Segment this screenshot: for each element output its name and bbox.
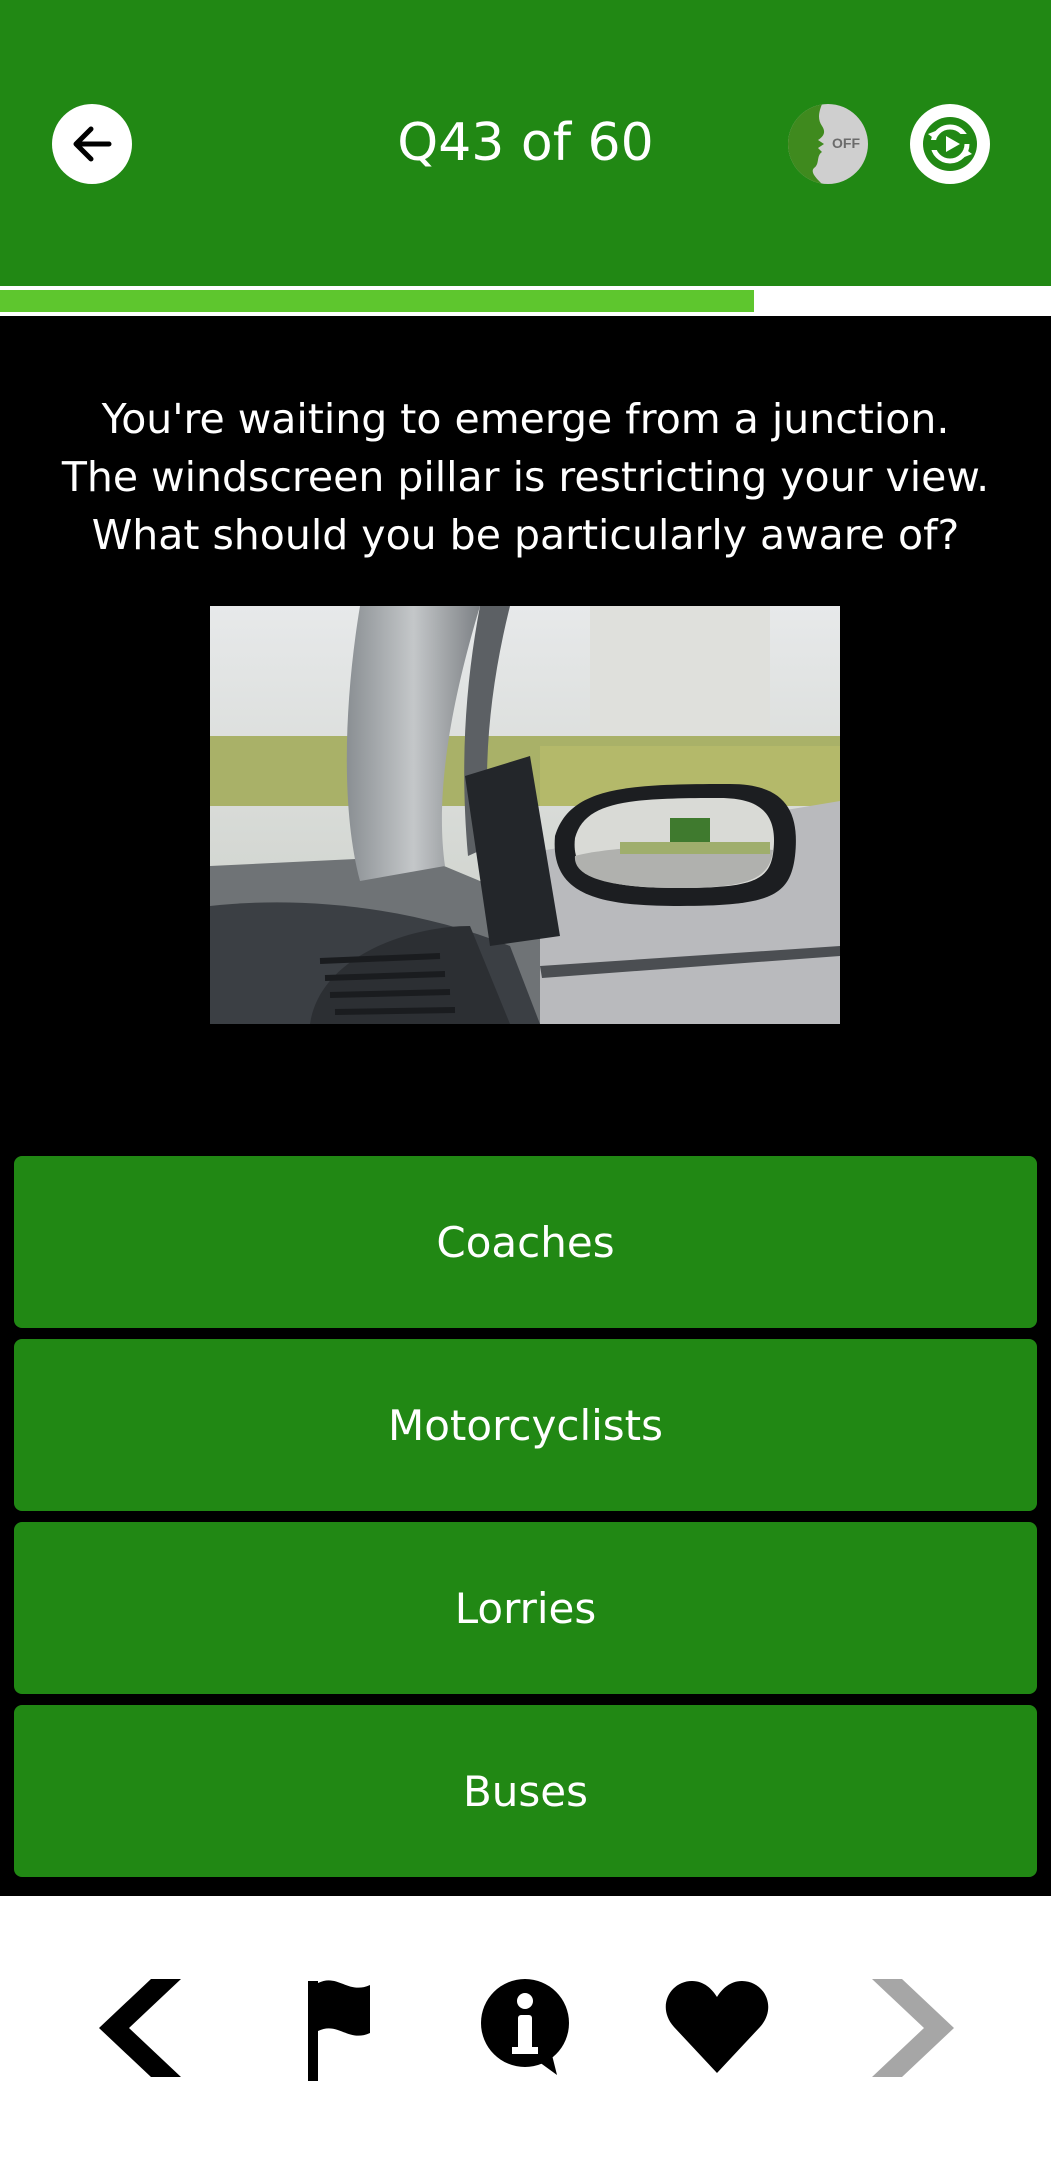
arrow-left-icon [73,126,112,162]
replay-icon [923,117,977,171]
question-image [210,606,840,1024]
chevron-right-icon [872,1979,954,2077]
flag-icon [308,1980,370,2081]
progress-fill [0,290,754,312]
question-counter: Q43 of 60 [397,113,654,173]
replay-button[interactable] [910,104,990,184]
bottom-nav [0,1896,1051,2160]
previous-question-button[interactable] [88,1968,198,2088]
answer-option-2[interactable]: Motorcyclists [14,1339,1037,1511]
progress-bar [0,286,1051,316]
heart-icon [665,1981,769,2073]
answer-option-4[interactable]: Buses [14,1705,1037,1877]
info-icon [481,1979,569,2075]
answer-list: Coaches Motorcyclists Lorries Buses [14,1156,1037,1888]
next-question-button[interactable] [855,1968,965,2088]
question-text: You're waiting to emerge from a junction… [61,395,990,559]
favorite-button[interactable] [662,1968,772,2088]
voice-state-label: OFF [832,135,860,151]
back-button[interactable] [52,104,132,184]
voice-toggle-button[interactable]: OFF [788,104,868,184]
top-bar: Q43 of 60 OFF [0,0,1051,286]
info-button[interactable] [470,1968,580,2088]
answer-option-1[interactable]: Coaches [14,1156,1037,1328]
answer-option-3[interactable]: Lorries [14,1522,1037,1694]
flag-question-button[interactable] [283,1968,393,2088]
chevron-left-icon [99,1979,181,2077]
